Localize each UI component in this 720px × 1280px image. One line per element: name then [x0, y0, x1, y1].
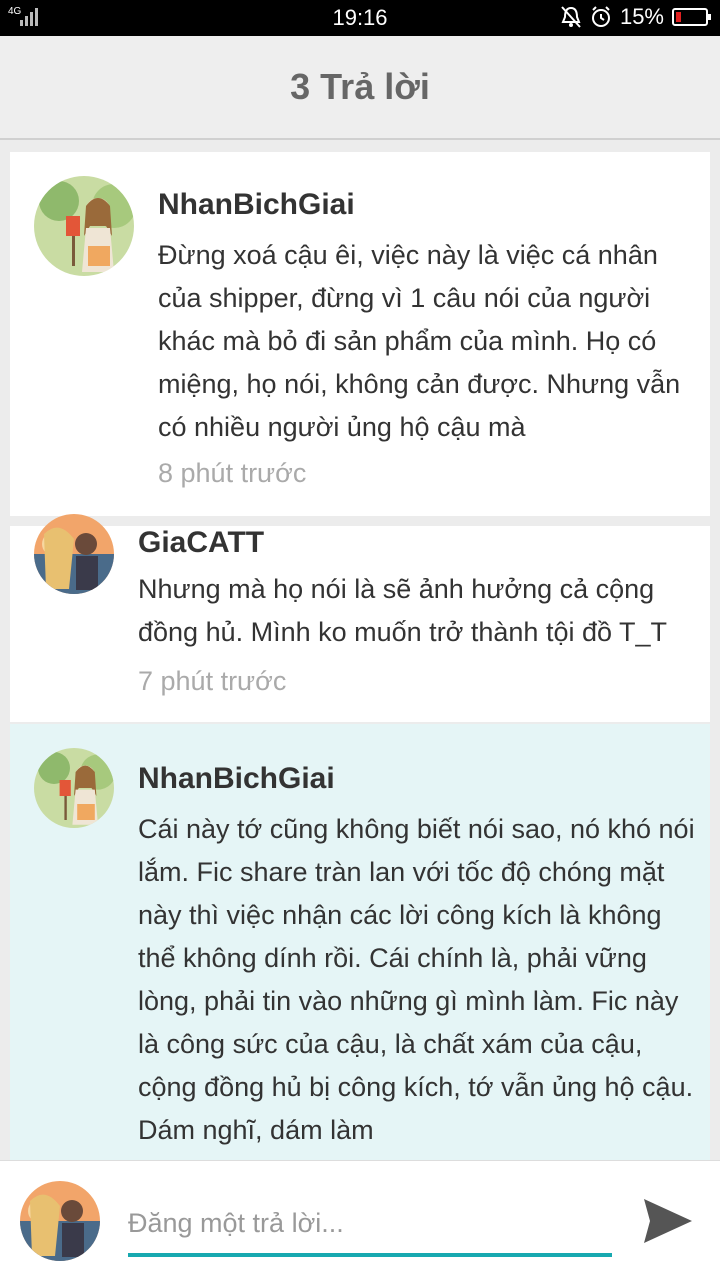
comment-body: Cái này tớ cũng không biết nói sao, nó k…: [138, 814, 695, 1145]
notification-muted-icon: [561, 6, 581, 28]
avatar[interactable]: [34, 514, 114, 594]
avatar[interactable]: [34, 176, 134, 276]
battery-percent: 15%: [619, 4, 664, 29]
page-title: 3 Trả lời: [290, 66, 430, 107]
comment-time: 7 phút trước: [138, 666, 287, 696]
comment-card[interactable]: NhanBichGiai Đừng xoá cậu êi, việc này l…: [10, 152, 710, 516]
avatar[interactable]: [34, 748, 114, 828]
reply-input[interactable]: [128, 1201, 612, 1257]
comment-body: Đừng xoá cậu êi, việc này là việc cá nhâ…: [158, 240, 681, 442]
alarm-icon: [591, 6, 610, 27]
comment-card[interactable]: NhanBichGiai Cái này tớ cũng không biết …: [10, 724, 710, 1160]
comment-author[interactable]: GiaCATT: [138, 526, 264, 560]
app-header: 3 Trả lời: [0, 36, 720, 140]
comment-card[interactable]: GiaCATT Nhưng mà họ nói là sẽ ảnh hưởng …: [10, 514, 710, 722]
send-icon[interactable]: [640, 1193, 696, 1249]
reply-bar: [0, 1160, 720, 1280]
status-bar: 4G 19:16 15%: [0, 0, 720, 36]
comment-time: 8 phút trước: [158, 458, 307, 488]
comment-author[interactable]: NhanBichGiai: [138, 762, 335, 796]
battery-icon: [672, 8, 711, 26]
comment-body: Nhưng mà họ nói là sẽ ảnh hưởng cả cộng …: [138, 574, 668, 647]
comment-author[interactable]: NhanBichGiai: [158, 188, 355, 222]
user-avatar[interactable]: [20, 1181, 100, 1261]
